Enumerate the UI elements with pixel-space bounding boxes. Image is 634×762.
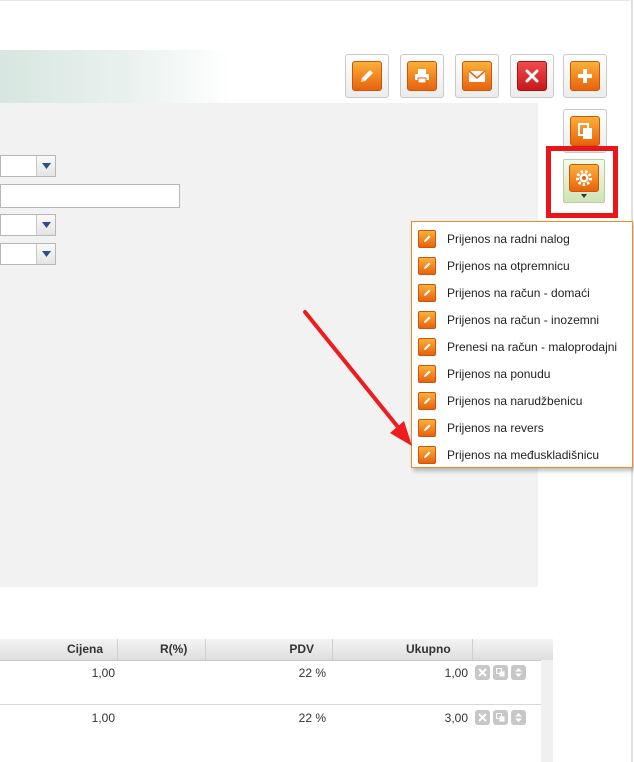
select-field-1[interactable] [0,155,56,177]
pencil-icon [418,445,436,464]
menu-item-label: Prijenos na međuskladišnicu [447,447,600,462]
copy-row-icon[interactable] [493,665,508,680]
pencil-icon [352,61,382,91]
edit-button[interactable] [345,54,389,98]
menu-item-racun-domaci[interactable]: Prijenos na račun - domaći [412,279,632,306]
pencil-icon [418,337,436,356]
menu-item-racun-inozemni[interactable]: Prijenos na račun - inozemni [412,306,632,333]
grid-header: Cijena R(%) PDV Ukupno [0,639,553,661]
chevron-down-icon [36,215,55,235]
x-icon [517,61,547,91]
column-header-pdv[interactable]: PDV [206,639,333,660]
menu-item-racun-maloprodajni[interactable]: Prenesi na račun - maloprodajni [412,333,632,360]
menu-item-label: Prijenos na narudžbenicu [447,393,583,408]
copy-row-icon[interactable] [493,710,508,725]
copy-icon [570,116,600,146]
envelope-icon [462,61,492,91]
column-header-rabat[interactable]: R(%) [118,639,206,660]
menu-item-narudzbenica[interactable]: Prijenos na narudžbenicu [412,387,632,414]
select-field-2[interactable] [0,214,56,236]
email-button[interactable] [455,54,499,98]
menu-item-label: Prijenos na račun - inozemni [447,312,600,327]
row-separator [0,704,541,705]
menu-item-label: Prijenos na ponudu [447,366,551,381]
column-header-actions [473,639,553,660]
top-border [0,0,630,1]
settings-dropdown-button[interactable] [563,159,605,203]
print-button[interactable] [400,54,444,98]
text-field[interactable] [0,184,180,208]
move-row-icon[interactable] [511,665,526,680]
row2-ukupno: 3,00 [444,711,468,725]
chevron-down-icon [36,244,55,264]
menu-item-ponuda[interactable]: Prijenos na ponudu [412,360,632,387]
menu-item-label: Prijenos na radni nalog [447,231,570,246]
delete-row-icon[interactable] [475,665,490,680]
transfer-menu: Prijenos na radni nalog Prijenos na otpr… [411,221,633,468]
header-band [0,50,230,104]
menu-item-radni-nalog[interactable]: Prijenos na radni nalog [412,225,632,252]
pencil-icon [418,418,436,437]
menu-item-label: Prijenos na račun - domaći [447,285,590,300]
column-header-ukupno[interactable]: Ukupno [333,639,473,660]
plus-icon [570,61,600,91]
menu-item-label: Prijenos na revers [447,420,544,435]
menu-item-otpremnica[interactable]: Prijenos na otpremnicu [412,252,632,279]
menu-item-revers[interactable]: Prijenos na revers [412,414,632,441]
pencil-icon [418,283,436,302]
menu-item-label: Prenesi na račun - maloprodajni [447,339,618,354]
row2-cijena: 1,00 [91,711,115,725]
row2-actions [475,710,526,725]
pencil-icon [418,364,436,383]
pencil-icon [418,310,436,329]
row1-pdv: 22 % [298,666,326,680]
gear-icon [569,164,599,192]
delete-button[interactable] [510,54,554,98]
select-field-3[interactable] [0,243,56,265]
move-row-icon[interactable] [511,710,526,725]
menu-item-label: Prijenos na otpremnicu [447,258,570,273]
row2-pdv: 22 % [298,711,326,725]
chevron-down-icon [36,156,55,176]
pencil-icon [418,391,436,410]
pencil-icon [418,229,436,248]
row1-ukupno: 1,00 [444,666,468,680]
menu-item-meduskladisnica[interactable]: Prijenos na međuskladišnicu [412,441,632,468]
delete-row-icon[interactable] [475,710,490,725]
add-button[interactable] [563,54,607,98]
row1-actions [475,665,526,680]
pencil-icon [418,256,436,275]
grid-scroll-edge [541,660,553,762]
caret-down-icon [581,194,587,198]
row1-cijena: 1,00 [91,666,115,680]
column-header-cijena[interactable]: Cijena [0,639,118,660]
printer-icon [407,61,437,91]
